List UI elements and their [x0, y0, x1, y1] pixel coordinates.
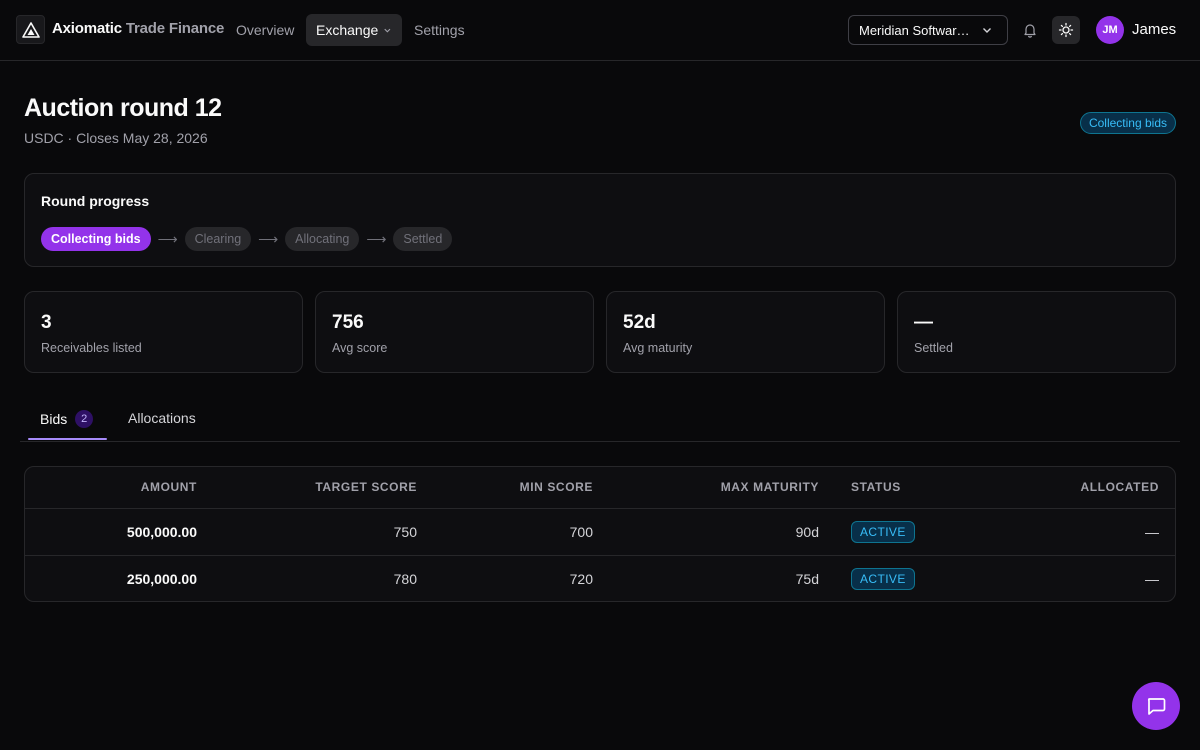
brand-subtitle: Trade Finance [125, 20, 225, 37]
avatar[interactable]: JM [1096, 16, 1124, 44]
bids-table: AMOUNT TARGET SCORE MIN SCORE MAX MATURI… [25, 467, 1175, 602]
status-badge: Collecting bids [1079, 112, 1176, 134]
step-collecting-bids: Collecting bids [41, 227, 151, 251]
column-header-allocated[interactable]: ALLOCATED [999, 467, 1175, 509]
arrow-right-icon: ⟶ [366, 230, 387, 247]
stat-label: Receivables listed [41, 341, 142, 355]
stat-avg-maturity: 52d Avg maturity [606, 291, 885, 373]
chat-icon [1147, 698, 1166, 715]
cell-status: ACTIVE [819, 508, 999, 555]
cell-amount: 500,000.00 [126, 523, 197, 540]
stat-avg-score: 756 Avg score [315, 291, 594, 373]
organization-selector[interactable]: Meridian Software Inc. [848, 15, 1008, 45]
cell-status: ACTIVE [819, 554, 999, 602]
active-tab-indicator [28, 438, 107, 440]
tab-allocations-label: Allocations [128, 410, 196, 426]
theme-toggle-button[interactable] [1052, 16, 1080, 44]
chevron-down-icon [384, 28, 391, 33]
column-header-status[interactable]: STATUS [819, 467, 999, 509]
tab-bids[interactable]: Bids 2 [40, 410, 94, 428]
stat-settled: — Settled [897, 291, 1176, 373]
nav-exchange-label: Exchange [316, 22, 379, 38]
bids-count-badge: 2 [75, 410, 94, 428]
stat-value: 52d [623, 312, 656, 333]
tab-bids-label: Bids [40, 411, 68, 427]
arrow-right-icon: ⟶ [157, 230, 178, 247]
user-name[interactable]: James [1132, 21, 1176, 38]
step-clearing: Clearing [184, 227, 252, 251]
table-row[interactable]: 500,000.00 750 700 90d ACTIVE — [25, 508, 1175, 555]
nav-overview[interactable]: Overview [226, 14, 304, 46]
organization-name: Meridian Software Inc. [859, 22, 971, 38]
stat-label: Avg score [332, 341, 388, 355]
arrow-right-icon: ⟶ [258, 230, 279, 247]
nav-settings[interactable]: Settings [404, 14, 475, 46]
round-progress-card: Round progress Collecting bids ⟶ Clearin… [24, 173, 1176, 267]
notifications-button[interactable] [1016, 16, 1044, 44]
column-header-target-score[interactable]: TARGET SCORE [197, 467, 417, 509]
step-settled: Settled [393, 227, 453, 251]
bell-icon [1024, 24, 1036, 38]
page-subtitle: USDC · Closes May 28, 2026 [24, 130, 208, 146]
stat-receivables-listed: 3 Receivables listed [24, 291, 303, 373]
cell-target-score: 780 [197, 554, 417, 602]
column-header-amount[interactable]: AMOUNT [25, 467, 197, 509]
nav-settings-label: Settings [414, 22, 465, 38]
cell-amount: 250,000.00 [25, 554, 197, 602]
cell-allocated: — [999, 554, 1175, 602]
brand-name[interactable]: Axiomatic Trade Finance [52, 20, 224, 37]
cell-max-maturity: 75d [593, 554, 819, 602]
chevron-down-icon [983, 28, 991, 33]
round-progress-title: Round progress [41, 193, 150, 209]
cell-allocated: — [1145, 523, 1159, 540]
stat-value: 3 [41, 312, 52, 333]
table-row[interactable]: 250,000.00 780 720 75d ACTIVE — [25, 554, 1175, 602]
table-header-row: AMOUNT TARGET SCORE MIN SCORE MAX MATURI… [25, 467, 1175, 509]
stat-value: — [914, 312, 933, 333]
cell-max-maturity: 90d [795, 523, 819, 540]
progress-steps: Collecting bids ⟶ Clearing ⟶ Allocating … [41, 227, 453, 251]
logo-icon[interactable] [16, 15, 45, 44]
step-allocating: Allocating [285, 227, 360, 251]
page-title: Auction round 12 [24, 94, 222, 122]
status-badge: ACTIVE [851, 520, 915, 543]
chat-button[interactable] [1132, 682, 1180, 730]
tab-allocations[interactable]: Allocations [128, 410, 196, 426]
tab-divider [20, 441, 1180, 442]
stat-label: Settled [914, 341, 953, 355]
stat-value: 756 [332, 312, 364, 333]
nav-overview-label: Overview [236, 22, 295, 38]
column-header-min-score[interactable]: MIN SCORE [417, 467, 593, 509]
column-header-max-maturity[interactable]: MAX MATURITY [593, 467, 819, 509]
cell-min-score: 700 [569, 523, 593, 540]
nav-exchange[interactable]: Exchange [306, 14, 402, 46]
stat-label: Avg maturity [623, 341, 693, 355]
sun-icon [1058, 22, 1074, 38]
top-bar: Axiomatic Trade Finance Overview Exchange… [0, 0, 1200, 61]
cell-target-score: 750 [393, 523, 417, 540]
status-badge: ACTIVE [851, 567, 915, 590]
cell-min-score: 720 [417, 554, 593, 602]
